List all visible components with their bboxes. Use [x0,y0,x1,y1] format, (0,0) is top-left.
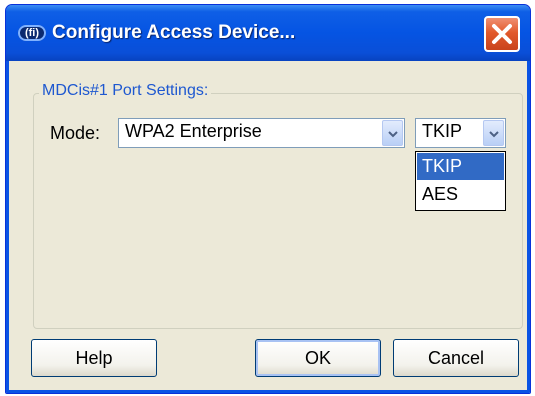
app-icon: (fi) [18,25,46,41]
dialog-content: MDCis#1 Port Settings: Mode: WPA2 Enterp… [9,61,527,390]
port-settings-legend: MDCis#1 Port Settings: [39,82,212,100]
encryption-dropdown[interactable]: TKIP [415,118,506,148]
title-bar[interactable]: (fi) Configure Access Device... [6,5,530,61]
encryption-dropdown-arrow[interactable] [483,120,504,146]
close-icon [492,24,512,44]
encryption-dropdown-value: TKIP [422,121,463,141]
help-button[interactable]: Help [31,339,157,377]
mode-dropdown-arrow[interactable] [382,120,403,146]
encryption-option-aes[interactable]: AES [417,181,504,208]
dialog-window: (fi) Configure Access Device... MDCis#1 … [5,4,531,394]
close-button[interactable] [484,16,520,52]
ok-button[interactable]: OK [255,339,381,377]
encryption-option-tkip[interactable]: TKIP [417,153,504,180]
window-title: Configure Access Device... [52,22,296,43]
chevron-down-icon [489,131,499,138]
mode-label: Mode: [50,123,101,143]
mode-dropdown[interactable]: WPA2 Enterprise [118,118,405,148]
chevron-down-icon [388,131,398,138]
app-icon-text: (fi) [24,27,40,39]
cancel-button[interactable]: Cancel [393,339,519,377]
encryption-options-list: TKIP AES [415,151,506,211]
mode-dropdown-value: WPA2 Enterprise [125,121,262,141]
